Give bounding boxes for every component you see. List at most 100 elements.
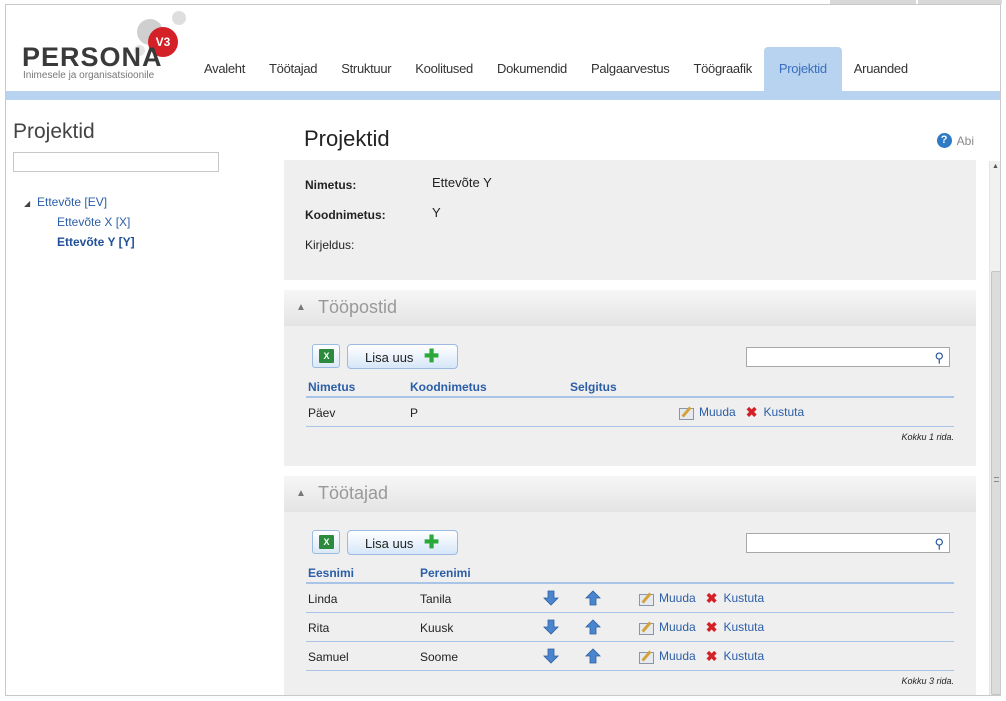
collapse-triangle-icon[interactable]: ▲: [296, 488, 306, 499]
desc-label: Kirjeldus:: [305, 238, 355, 252]
table-row: Samuel Soome Muuda ✖ Kustuta: [306, 642, 954, 671]
arrow-down-icon[interactable]: [543, 590, 559, 606]
tab-aruanded[interactable]: Aruanded: [842, 47, 920, 91]
tab-tootajad[interactable]: Töötajad: [257, 47, 329, 91]
delete-link[interactable]: Kustuta: [723, 649, 764, 663]
employees-add-button[interactable]: Lisa uus ✚: [347, 530, 458, 555]
excel-export-icon: X: [319, 349, 334, 363]
cell-first-name: Linda: [308, 592, 338, 606]
help-icon: ?: [936, 133, 952, 148]
edit-link[interactable]: Muuda: [699, 405, 736, 419]
employees-grid: Eesnimi Perenimi Linda Tanila Muuda ✖ Ku…: [306, 562, 954, 691]
header: V3 PERSONA Inimesele ja organisatsioonil…: [6, 5, 1000, 100]
edit-link[interactable]: Muuda: [659, 620, 696, 634]
employees-section-header[interactable]: ▲ Töötajad: [284, 476, 976, 512]
employees-search-input[interactable]: ⚲: [746, 533, 950, 553]
main-content: Projektid ? Abi Nimetus: Ettevõte Y Kood…: [284, 100, 982, 695]
col-header-koodnimetus[interactable]: Koodnimetus: [410, 380, 487, 394]
plus-icon: ✚: [424, 346, 440, 366]
logo[interactable]: V3 PERSONA Inimesele ja organisatsioonil…: [22, 11, 192, 95]
arrow-up-icon[interactable]: [585, 648, 601, 664]
col-header-nimetus[interactable]: Nimetus: [308, 380, 355, 394]
tab-avaleht[interactable]: Avaleht: [192, 47, 257, 91]
positions-section-header[interactable]: ▲ Tööpostid: [284, 290, 976, 326]
tree-node-x[interactable]: Ettevõte X [X]: [24, 212, 135, 232]
cell-name: Päev: [308, 406, 336, 420]
page-title: Projektid: [304, 126, 390, 151]
code-label: Koodnimetus:: [305, 208, 386, 222]
vertical-scrollbar[interactable]: ▲: [989, 161, 1000, 695]
edit-icon[interactable]: [639, 621, 655, 635]
tree-node-y[interactable]: Ettevõte Y [Y]: [24, 232, 135, 252]
add-button-label: Lisa uus: [365, 350, 414, 365]
name-label: Nimetus:: [305, 178, 357, 192]
delete-x-icon[interactable]: ✖: [706, 649, 718, 663]
positions-grid-header: Nimetus Koodnimetus Selgitus: [306, 376, 954, 398]
arrow-down-icon[interactable]: [543, 648, 559, 664]
sidebar-search-input[interactable]: [13, 152, 219, 172]
delete-link[interactable]: Kustuta: [723, 620, 764, 634]
col-header-selgitus[interactable]: Selgitus: [570, 380, 617, 394]
logo-word: PERSONA: [22, 42, 163, 72]
positions-section-title: Tööpostid: [318, 297, 398, 317]
col-header-perenimi[interactable]: Perenimi: [420, 566, 471, 580]
help-label: Abi: [956, 133, 974, 148]
collapse-triangle-icon[interactable]: ▲: [296, 302, 306, 313]
project-info-panel: Nimetus: Ettevõte Y Koodnimetus: Y Kirje…: [284, 160, 976, 280]
table-row: Päev P Muuda ✖ Kustuta: [306, 398, 954, 427]
col-header-eesnimi[interactable]: Eesnimi: [308, 566, 354, 580]
arrow-up-icon[interactable]: [585, 590, 601, 606]
cell-first-name: Rita: [308, 621, 330, 635]
cell-last-name: Tanila: [420, 592, 452, 606]
tab-palgaarvestus[interactable]: Palgaarvestus: [579, 47, 681, 91]
row-actions: Muuda ✖ Kustuta: [639, 620, 764, 635]
tab-toograafik[interactable]: Töögraafik: [681, 47, 763, 91]
scrollbar-grip: [994, 477, 999, 482]
positions-export-button[interactable]: X: [312, 344, 340, 368]
delete-x-icon[interactable]: ✖: [706, 620, 718, 634]
collapse-triangle-icon[interactable]: ◢: [24, 194, 37, 214]
tab-struktuur[interactable]: Struktuur: [329, 47, 403, 91]
app-frame: V3 PERSONA Inimesele ja organisatsioonil…: [5, 4, 1001, 696]
delete-link[interactable]: Kustuta: [763, 405, 804, 419]
positions-search-input[interactable]: ⚲: [746, 347, 950, 367]
edit-icon[interactable]: [639, 650, 655, 664]
main-nav: Avaleht Töötajad Struktuur Koolitused Do…: [192, 47, 920, 91]
row-actions: Muuda ✖ Kustuta: [639, 591, 764, 606]
employees-total: Kokku 3 rida.: [901, 676, 954, 686]
positions-add-button[interactable]: Lisa uus ✚: [347, 344, 458, 369]
tab-koolitused[interactable]: Koolitused: [403, 47, 485, 91]
arrow-down-icon[interactable]: [543, 619, 559, 635]
employees-export-button[interactable]: X: [312, 530, 340, 554]
help-link[interactable]: ? Abi: [936, 133, 974, 148]
magnifier-icon[interactable]: ⚲: [934, 350, 944, 366]
edit-link[interactable]: Muuda: [659, 649, 696, 663]
tree-node-root[interactable]: ◢ Ettevõte [EV]: [24, 192, 135, 212]
edit-link[interactable]: Muuda: [659, 591, 696, 605]
employees-grid-header: Eesnimi Perenimi: [306, 562, 954, 584]
table-row: Rita Kuusk Muuda ✖ Kustuta: [306, 613, 954, 642]
tab-dokumendid[interactable]: Dokumendid: [485, 47, 579, 91]
excel-export-icon: X: [319, 535, 334, 549]
row-actions: Muuda ✖ Kustuta: [639, 649, 764, 664]
arrow-up-icon[interactable]: [585, 619, 601, 635]
employees-section-title: Töötajad: [318, 483, 389, 503]
edit-icon[interactable]: [679, 406, 695, 420]
sidebar-title: Projektid: [13, 120, 95, 143]
scroll-up-icon[interactable]: ▲: [992, 163, 999, 170]
tab-projektid[interactable]: Projektid: [763, 47, 842, 91]
add-button-label: Lisa uus: [365, 536, 414, 551]
edit-icon[interactable]: [639, 592, 655, 606]
delete-x-icon[interactable]: ✖: [706, 591, 718, 605]
delete-x-icon[interactable]: ✖: [746, 405, 758, 419]
employees-section: ▲ Töötajad X Lisa uus ✚ ⚲ Eesnimi Pereni…: [284, 476, 976, 695]
plus-icon: ✚: [424, 532, 440, 552]
cell-code: P: [410, 406, 419, 420]
magnifier-icon[interactable]: ⚲: [934, 536, 944, 552]
sidebar: Projektid ◢ Ettevõte [EV] Ettevõte X [X] …: [6, 100, 281, 695]
cell-last-name: Soome: [420, 650, 459, 664]
logo-tagline: Inimesele ja organisatsioonile: [23, 70, 155, 81]
scrollbar-thumb[interactable]: [991, 271, 1000, 695]
delete-link[interactable]: Kustuta: [723, 591, 764, 605]
table-row: Linda Tanila Muuda ✖ Kustuta: [306, 584, 954, 613]
